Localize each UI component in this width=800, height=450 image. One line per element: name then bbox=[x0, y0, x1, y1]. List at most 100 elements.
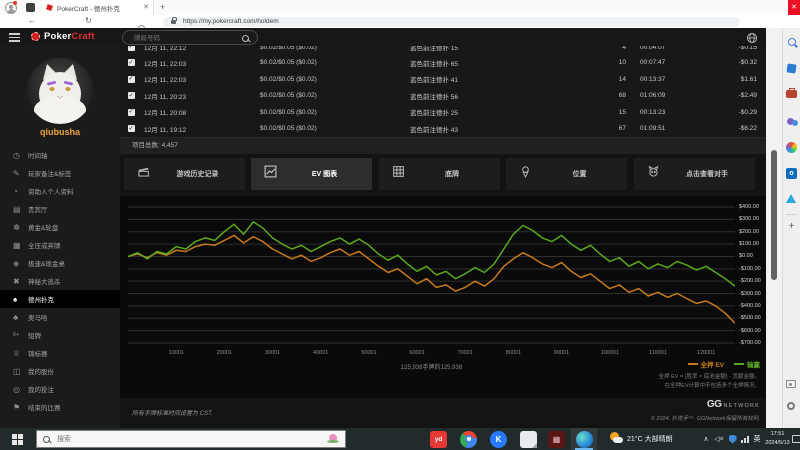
ev-graph[interactable] bbox=[128, 202, 735, 348]
people-icon[interactable] bbox=[786, 116, 799, 129]
sidebar-item-holdem[interactable]: ♠德州扑克 bbox=[0, 290, 120, 308]
y-axis-label: -$700.00 bbox=[739, 340, 761, 346]
cell-stakes: $0.02/$0.05 ($0.02) bbox=[260, 109, 410, 116]
notification-center-icon[interactable] bbox=[792, 435, 800, 443]
taskbar-clock[interactable]: 17:51 2024/5/13 bbox=[763, 430, 792, 448]
row-checkbox[interactable] bbox=[128, 125, 135, 132]
windows-logo-icon bbox=[12, 434, 23, 445]
sidebar-item-rush-and-cash[interactable]: ◈极速&现金桌 bbox=[0, 254, 120, 272]
image-icon[interactable] bbox=[786, 380, 796, 388]
notes-icon[interactable] bbox=[520, 431, 537, 448]
clock-date: 2024/5/13 bbox=[763, 439, 792, 448]
hamburger-menu-icon[interactable] bbox=[9, 33, 20, 44]
total-count-row: 项目总数: 4,457 bbox=[120, 138, 766, 154]
cell-date: 12月 11, 20:08 bbox=[144, 107, 260, 117]
legend-item[interactable]: 全押 EV bbox=[688, 359, 724, 369]
browser-tab[interactable]: PokerCraft - 德州扑克 ✕ bbox=[42, 0, 154, 15]
workspace-icon[interactable] bbox=[26, 3, 35, 12]
cell-stakes: $0.02/$0.05 ($0.02) bbox=[260, 76, 410, 83]
legend-label: 输赢 bbox=[747, 359, 760, 369]
taskbar-search-input[interactable] bbox=[55, 435, 322, 444]
hands-caption: 125,938手牌的125,938 bbox=[128, 362, 735, 371]
row-checkbox[interactable] bbox=[128, 92, 135, 99]
table-row[interactable]: 12月 11, 22:03$0.02/$0.05 ($0.02)蓝色前注德扑 6… bbox=[120, 55, 766, 73]
player-notes-labels-icon: ✎ bbox=[13, 169, 28, 178]
sidebar-item-gold-roulette[interactable]: ☸黄金&轮盘 bbox=[0, 218, 120, 236]
position-icon bbox=[519, 165, 532, 183]
taskbar-search[interactable] bbox=[36, 430, 346, 448]
staking-profile-icon: ◔ bbox=[13, 187, 28, 196]
input-language-indicator[interactable]: 英 bbox=[751, 428, 763, 450]
address-bar[interactable]: https://my.pokercraft.com/holdem bbox=[163, 17, 740, 27]
hand-search-input[interactable] bbox=[132, 32, 236, 45]
back-button[interactable]: ← bbox=[28, 15, 36, 27]
taskbar-search-icon bbox=[43, 436, 50, 443]
language-globe-icon[interactable] bbox=[746, 31, 758, 49]
sidebar-item-staking-profile[interactable]: ◔资助人个人资料 bbox=[0, 182, 120, 200]
security-shield-icon[interactable] bbox=[727, 428, 738, 450]
sidebar-divider bbox=[786, 214, 797, 215]
tab-game-history[interactable]: 游戏历史记录 bbox=[124, 158, 245, 190]
tab-ev-graph[interactable]: EV 图表 bbox=[251, 158, 372, 190]
sidebar-item-tournaments[interactable]: ♕锦标赛 bbox=[0, 344, 120, 362]
chrome-icon[interactable] bbox=[460, 431, 477, 448]
tray-chevron-icon[interactable]: ∧ bbox=[700, 428, 712, 450]
refresh-button[interactable]: ↻ bbox=[85, 15, 92, 27]
x-axis-label: 110001 bbox=[641, 350, 675, 356]
weather-icon[interactable] bbox=[610, 432, 623, 445]
scrollbar-thumb[interactable] bbox=[771, 150, 777, 280]
sidebar-item-timeline[interactable]: ◷时间轴 bbox=[0, 146, 120, 164]
sidebar-item-battle-royale[interactable]: ✖神秘大逃杀 bbox=[0, 272, 120, 290]
outlook-icon[interactable]: o bbox=[786, 168, 797, 179]
designer-icon[interactable] bbox=[786, 142, 797, 153]
settings-gear-icon[interactable] bbox=[787, 402, 795, 410]
hand-search-box[interactable] bbox=[122, 30, 258, 45]
network-icon[interactable] bbox=[739, 428, 751, 450]
sidebar-item-vip-lounge[interactable]: ▤贵宾厅 bbox=[0, 200, 120, 218]
sidebar-item-all-in-or-fold[interactable]: ▦全压或弃牌 bbox=[0, 236, 120, 254]
sidebar-item-label: 锦标赛 bbox=[28, 348, 48, 358]
tab-view-opponents[interactable]: 点击查看对手 bbox=[634, 158, 755, 190]
y-axis-label: -$200.00 bbox=[739, 278, 761, 284]
sidebar-item-my-stakes[interactable]: ◫我的股份 bbox=[0, 362, 120, 380]
tab-hole-cards[interactable]: 底牌 bbox=[379, 158, 500, 190]
volume-muted-icon[interactable]: ◁× bbox=[713, 428, 725, 450]
table-row[interactable]: 12月 11, 20:08$0.02/$0.05 ($0.02)蓝色前注德扑 2… bbox=[120, 104, 766, 122]
sidebar-item-omaha[interactable]: ♣奥马哈 bbox=[0, 308, 120, 326]
sidebar-search-icon[interactable] bbox=[788, 38, 796, 46]
youdao-icon[interactable]: yd bbox=[430, 431, 447, 448]
legend-item[interactable]: 输赢 bbox=[734, 359, 760, 369]
tab-close-icon[interactable]: ✕ bbox=[143, 4, 149, 11]
edge-icon[interactable] bbox=[576, 431, 593, 448]
swoosh-icon[interactable] bbox=[786, 194, 796, 203]
new-tab-button[interactable]: + bbox=[160, 2, 165, 12]
tournaments-icon: ♕ bbox=[13, 349, 28, 358]
shopping-icon[interactable] bbox=[786, 63, 796, 73]
add-sidebar-item-icon[interactable]: + bbox=[783, 220, 800, 233]
row-checkbox[interactable] bbox=[128, 109, 135, 116]
page-header bbox=[0, 28, 766, 46]
row-checkbox[interactable] bbox=[128, 76, 135, 83]
briefcase-icon[interactable] bbox=[786, 90, 797, 98]
table-row[interactable]: 12月 11, 22:03$0.02/$0.05 ($0.02)蓝色前注德扑 4… bbox=[120, 71, 766, 89]
table-row[interactable]: 12月 11, 20:23$0.02/$0.05 ($0.02)蓝色前注德扑 5… bbox=[120, 88, 766, 106]
x-axis-label: 100001 bbox=[593, 350, 627, 356]
close-window-button[interactable]: ✕ bbox=[788, 0, 800, 15]
table-row[interactable]: 12月 11, 19:12$0.02/$0.05 ($0.02)蓝色前注德扑 4… bbox=[120, 121, 766, 139]
network-logo-text: NETWORK bbox=[723, 403, 760, 409]
search-highlight-lotus-icon[interactable] bbox=[327, 434, 339, 444]
weather-text[interactable]: 21°C 大部晴朗 bbox=[627, 434, 673, 444]
sidebar-item-my-bets[interactable]: ◎我的投注 bbox=[0, 380, 120, 398]
legend-label: 全押 EV bbox=[701, 359, 724, 369]
sidebar-item-player-notes-labels[interactable]: ✎玩家备注&标签 bbox=[0, 164, 120, 182]
start-button[interactable] bbox=[0, 428, 34, 450]
x-axis-label: 90001 bbox=[545, 350, 579, 356]
row-checkbox[interactable] bbox=[128, 59, 135, 66]
capcut-grid-icon[interactable]: ▦ bbox=[548, 431, 565, 448]
sidebar-item-ended-events[interactable]: ⚑结束的比赛 bbox=[0, 398, 120, 416]
sidebar-item-short-deck[interactable]: 6+短牌 bbox=[0, 326, 120, 344]
avatar[interactable] bbox=[27, 58, 93, 124]
tab-position[interactable]: 位置 bbox=[506, 158, 627, 190]
quark-icon[interactable]: K bbox=[490, 431, 507, 448]
pokercraft-logo[interactable]: PokerCraft bbox=[31, 31, 95, 42]
